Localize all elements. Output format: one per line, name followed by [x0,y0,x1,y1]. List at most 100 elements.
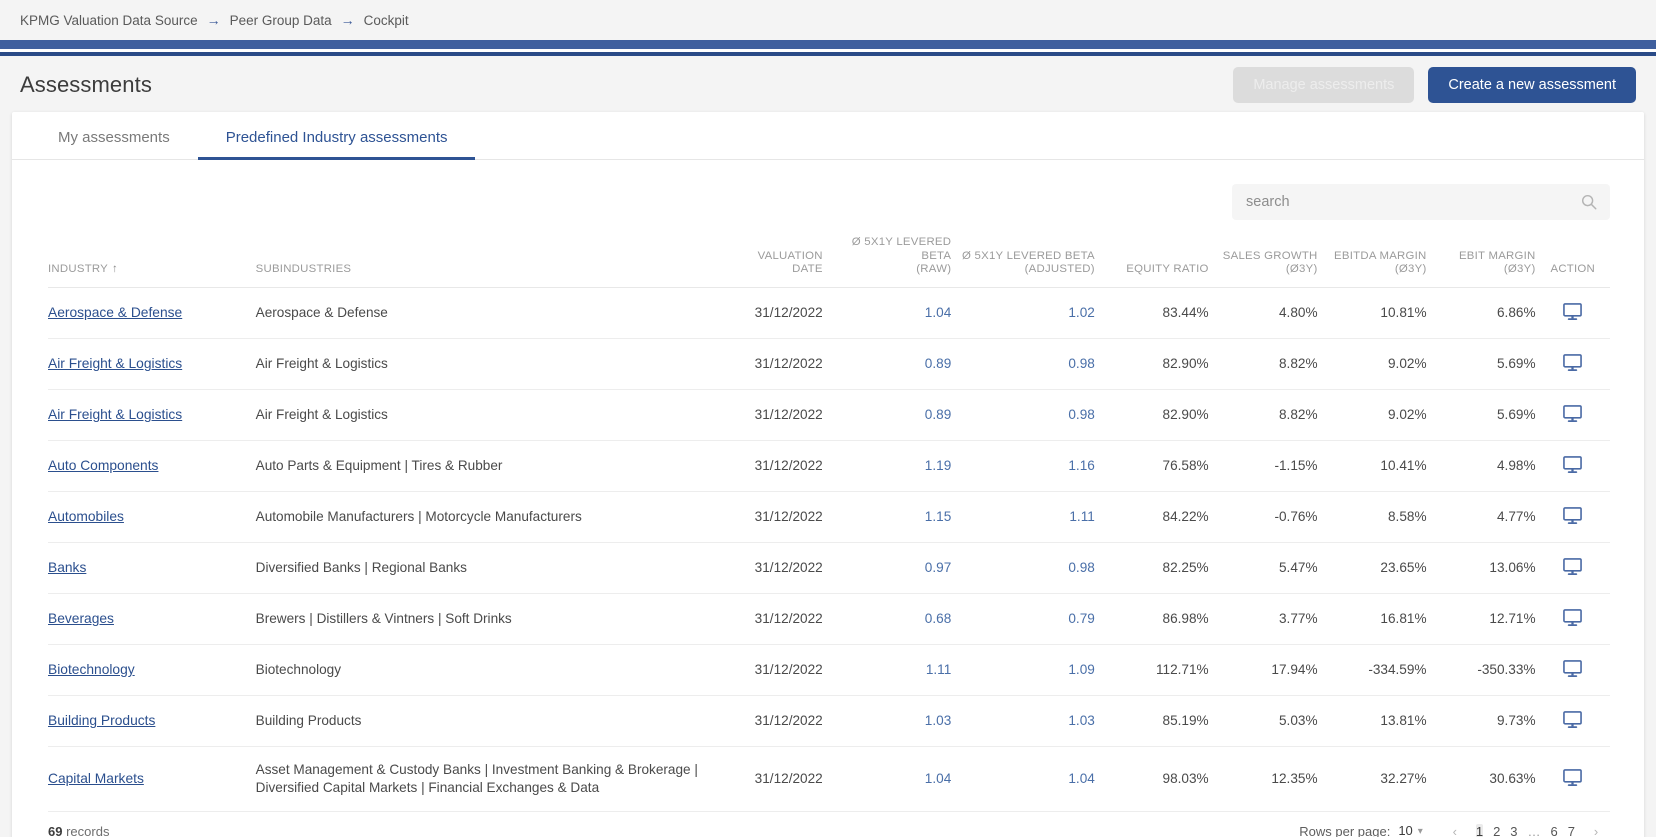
pagination-page-6[interactable]: 6 [1551,824,1558,837]
breadcrumb-item-root[interactable]: KPMG Valuation Data Source [20,13,198,28]
search-icon[interactable] [1580,193,1598,211]
cell-ebit-margin: 9.73% [1427,695,1536,746]
manage-assessments-button[interactable]: Manage assessments [1233,67,1414,103]
rows-per-page-value[interactable]: 10 [1398,823,1412,837]
tab-predefined-industry-assessments[interactable]: Predefined Industry assessments [198,129,476,159]
monitor-icon[interactable] [1562,353,1583,375]
cell-beta-raw: 0.89 [823,338,952,389]
cell-ebit-margin: 12.71% [1427,593,1536,644]
cell-industry: Beverages [48,593,256,644]
monitor-icon[interactable] [1562,302,1583,324]
col-header-subindustries-label: SUBINDUSTRIES [256,263,352,275]
col-header-action-l1: ACTION [1536,263,1610,277]
table-row: BanksDiversified Banks | Regional Banks3… [48,542,1610,593]
monitor-icon[interactable] [1562,710,1583,732]
cell-valuation-date: 31/12/2022 [714,491,823,542]
cell-sales-growth: -1.15% [1209,440,1318,491]
chevron-down-icon[interactable]: ▾ [1418,826,1423,837]
cell-beta-adjusted: 1.03 [951,695,1095,746]
search-input[interactable] [1232,184,1610,220]
page-title: Assessments [20,72,152,98]
cell-ebit-margin: 5.69% [1427,389,1536,440]
col-header-valuation-date[interactable]: VALUATION DATE [714,228,823,287]
cell-ebit-margin: 6.86% [1427,287,1536,338]
col-header-ebitda-margin[interactable]: EBITDA MARGIN (Ø3Y) [1318,228,1427,287]
cell-sales-growth: 4.80% [1209,287,1318,338]
col-header-beta-raw[interactable]: Ø 5X1Y LEVERED BETA (RAW) [823,228,952,287]
cell-industry: Air Freight & Logistics [48,338,256,389]
monitor-icon[interactable] [1562,455,1583,477]
cell-subindustries: Air Freight & Logistics [256,389,714,440]
cell-valuation-date: 31/12/2022 [714,644,823,695]
pagination-page-1[interactable]: 1 [1476,824,1483,837]
pagination-page-2[interactable]: 2 [1493,824,1500,837]
monitor-icon[interactable] [1562,659,1583,681]
industry-link[interactable]: Beverages [48,611,114,626]
cell-equity-ratio: 85.19% [1095,695,1209,746]
pagination-ellipsis: … [1528,824,1541,837]
col-header-sales-growth[interactable]: SALES GROWTH (Ø3Y) [1209,228,1318,287]
col-header-beta-adjusted[interactable]: Ø 5X1Y LEVERED BETA (ADJUSTED) [951,228,1095,287]
sort-ascending-icon: ↑ [112,263,118,275]
industry-link[interactable]: Capital Markets [48,771,144,786]
industry-link[interactable]: Building Products [48,713,155,728]
monitor-icon[interactable] [1562,557,1583,579]
industry-link[interactable]: Air Freight & Logistics [48,407,182,422]
cell-ebit-margin: 4.77% [1427,491,1536,542]
monitor-icon[interactable] [1562,608,1583,630]
tab-my-assessments[interactable]: My assessments [30,129,198,159]
col-header-ebitda-margin-l2: (Ø3Y) [1318,263,1427,277]
cell-equity-ratio: 82.25% [1095,542,1209,593]
tab-bar: My assessments Predefined Industry asses… [12,112,1644,160]
cell-beta-raw: 1.19 [823,440,952,491]
cell-action [1536,644,1610,695]
cell-beta-adjusted: 1.04 [951,746,1095,811]
cell-valuation-date: 31/12/2022 [714,389,823,440]
brand-bars [0,40,1656,56]
breadcrumb-item-peer-group-data[interactable]: Peer Group Data [230,13,332,28]
industry-link[interactable]: Air Freight & Logistics [48,356,182,371]
col-header-subindustries[interactable]: SUBINDUSTRIES [256,228,714,287]
cell-industry: Aerospace & Defense [48,287,256,338]
cell-action [1536,389,1610,440]
monitor-icon[interactable] [1562,768,1583,790]
records-count-number: 69 [48,824,62,837]
pagination-prev-button[interactable]: ‹ [1444,821,1466,837]
monitor-icon[interactable] [1562,404,1583,426]
breadcrumb-item-cockpit[interactable]: Cockpit [364,13,409,28]
col-header-valuation-date-l1: VALUATION [714,250,823,264]
table-row: Aerospace & DefenseAerospace & Defense31… [48,287,1610,338]
cell-equity-ratio: 98.03% [1095,746,1209,811]
cell-action [1536,746,1610,811]
create-assessment-button[interactable]: Create a new assessment [1428,67,1636,103]
cell-action [1536,287,1610,338]
subindustries-text: Automobile Manufacturers | Motorcycle Ma… [256,509,582,524]
pagination-page-3[interactable]: 3 [1510,824,1517,837]
subindustries-text: Asset Management & Custody Banks | Inves… [256,762,698,795]
industry-link[interactable]: Automobiles [48,509,124,524]
cell-ebit-margin: -350.33% [1427,644,1536,695]
industry-link[interactable]: Banks [48,560,86,575]
pagination-next-button[interactable]: › [1585,821,1607,837]
pagination-page-7[interactable]: 7 [1568,824,1575,837]
cell-beta-raw: 1.04 [823,746,952,811]
monitor-icon[interactable] [1562,506,1583,528]
subindustries-text: Building Products [256,713,362,728]
industry-link[interactable]: Biotechnology [48,662,135,677]
pagination: Rows per page: 10 ▾ ‹ 123…67 › [1299,821,1610,837]
col-header-industry[interactable]: INDUSTRY↑ [48,228,256,287]
cell-subindustries: Auto Parts & Equipment | Tires & Rubber [256,440,714,491]
industry-link[interactable]: Aerospace & Defense [48,305,182,320]
search-row [12,160,1644,220]
cell-equity-ratio: 82.90% [1095,389,1209,440]
col-header-equity-ratio[interactable]: EQUITY RATIO [1095,228,1209,287]
cell-valuation-date: 31/12/2022 [714,593,823,644]
cell-subindustries: Biotechnology [256,644,714,695]
col-header-ebit-margin[interactable]: EBIT MARGIN (Ø3Y) [1427,228,1536,287]
cell-equity-ratio: 84.22% [1095,491,1209,542]
cell-valuation-date: 31/12/2022 [714,287,823,338]
breadcrumb-arrow-icon: → [207,13,221,27]
subindustries-text: Biotechnology [256,662,341,677]
industry-link[interactable]: Auto Components [48,458,158,473]
cell-action [1536,593,1610,644]
